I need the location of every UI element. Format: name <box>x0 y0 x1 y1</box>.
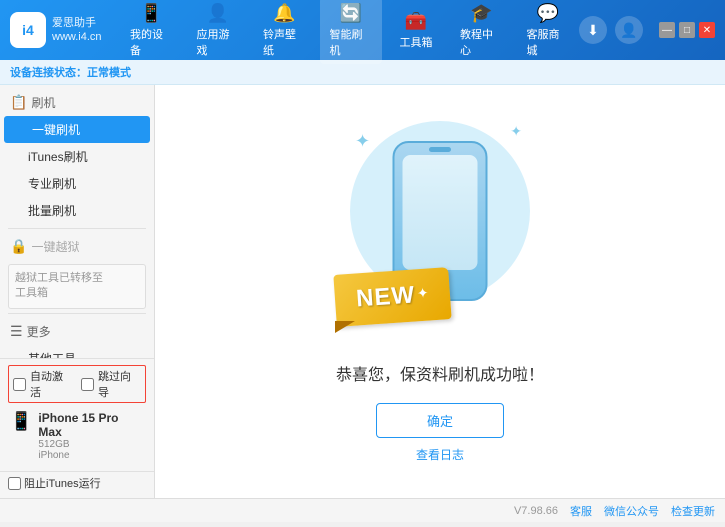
device-details: iPhone 15 Pro Max 512GB iPhone <box>38 411 144 461</box>
success-illustration: ✦ ✦ NEW ✦ <box>340 121 540 341</box>
nav-service[interactable]: 💬 客服商城 <box>517 0 580 64</box>
success-title: 恭喜您，保资料刷机成功啦！ <box>336 361 544 385</box>
footer: V7.98.66 客服 微信公众号 检查更新 <box>0 498 725 522</box>
sidebar-item-one-key-flash[interactable]: 一键刷机 <box>4 116 150 143</box>
download-btn[interactable]: ⬇ <box>579 16 607 44</box>
device-phone-icon: 📱 <box>10 411 32 432</box>
app-logo: i4 爱思助手 www.i4.cn <box>10 12 120 48</box>
my-device-icon: 📱 <box>140 3 162 24</box>
nav-my-device[interactable]: 📱 我的设备 <box>120 0 183 64</box>
sparkle-right-icon: ✦ <box>510 123 522 140</box>
itunes-checkbox[interactable] <box>8 477 21 490</box>
footer-link-service[interactable]: 客服 <box>570 503 592 519</box>
sidebar-top: 📋 刷机 一键刷机 iTunes刷机 专业刷机 批量刷机 <box>0 89 154 358</box>
disabled-box: 越狱工具已转移至 工具箱 <box>8 264 146 309</box>
tutorial-icon: 🎓 <box>470 3 492 24</box>
sparkle-left-icon: ✦ <box>355 131 370 152</box>
sidebar-wrapper: 📋 刷机 一键刷机 iTunes刷机 专业刷机 批量刷机 <box>0 89 154 494</box>
close-btn[interactable]: ✕ <box>699 22 715 38</box>
main-nav: 📱 我的设备 👤 应用游戏 🔔 铃声壁纸 🔄 智能刷机 🧰 工具箱 🎓 教程中心… <box>120 0 579 64</box>
version-text: V7.98.66 <box>514 505 558 517</box>
apps-icon: 👤 <box>207 3 229 24</box>
sidebar-item-itunes-flash[interactable]: iTunes刷机 <box>0 143 154 170</box>
maximize-btn[interactable]: □ <box>679 22 695 38</box>
logo-text: 爱思助手 www.i4.cn <box>52 16 102 45</box>
confirm-button[interactable]: 确定 <box>376 403 504 438</box>
flash-group[interactable]: 📋 刷机 <box>0 89 154 116</box>
jailbreak-section: 🔒 一键越狱 越狱工具已转移至 工具箱 <box>0 233 154 309</box>
service-icon: 💬 <box>537 3 559 24</box>
device-panel: 自动激活 跳过向导 📱 iPhone 15 Pro Max 512GB iPho… <box>0 358 154 471</box>
sidebar-item-pro-flash[interactable]: 专业刷机 <box>0 170 154 197</box>
phone-screen <box>403 155 478 270</box>
nav-toolbox[interactable]: 🧰 工具箱 <box>386 5 446 56</box>
auto-activate-checkbox[interactable] <box>13 378 26 391</box>
window-controls: — □ ✕ <box>659 22 715 38</box>
sidebar-divider-1 <box>8 228 146 229</box>
sidebar-bottom: 自动激活 跳过向导 📱 iPhone 15 Pro Max 512GB iPho… <box>0 358 154 494</box>
more-section: ☰ 更多 其他工具 下载固件 高级功能 <box>0 318 154 358</box>
nav-tutorial[interactable]: 🎓 教程中心 <box>450 0 513 64</box>
phone-notch <box>429 147 451 152</box>
flash-section: 📋 刷机 一键刷机 iTunes刷机 专业刷机 批量刷机 <box>0 89 154 224</box>
more-icon: ☰ <box>10 323 23 340</box>
toolbox-icon: 🧰 <box>405 11 427 32</box>
sidebar-divider-2 <box>8 313 146 314</box>
sidebar-item-other-tools[interactable]: 其他工具 <box>0 345 154 358</box>
itunes-check-row: 阻止iTunes运行 <box>0 471 154 494</box>
flash-group-icon: 📋 <box>10 94 27 111</box>
jailbreak-group: 🔒 一键越狱 <box>0 233 154 260</box>
nav-apps-games[interactable]: 👤 应用游戏 <box>187 0 250 64</box>
nav-smart-flash[interactable]: 🔄 智能刷机 <box>320 0 383 64</box>
new-ribbon: NEW ✦ <box>335 271 450 323</box>
logo-icon: i4 <box>10 12 46 48</box>
main-area: 📋 刷机 一键刷机 iTunes刷机 专业刷机 批量刷机 <box>0 85 725 498</box>
minimize-btn[interactable]: — <box>659 22 675 38</box>
smart-flash-icon: 🔄 <box>340 3 362 24</box>
more-group[interactable]: ☰ 更多 <box>0 318 154 345</box>
log-link[interactable]: 查看日志 <box>416 446 464 463</box>
sidebar: 📋 刷机 一键刷机 iTunes刷机 专业刷机 批量刷机 <box>0 85 155 498</box>
auto-check-row: 自动激活 跳过向导 <box>8 365 146 403</box>
lock-icon: 🔒 <box>10 238 27 255</box>
ringtone-icon: 🔔 <box>273 3 295 24</box>
app-header: i4 爱思助手 www.i4.cn 📱 我的设备 👤 应用游戏 🔔 铃声壁纸 🔄… <box>0 0 725 60</box>
status-bar: 设备连接状态：正常模式 <box>0 60 725 85</box>
sidebar-item-batch-flash[interactable]: 批量刷机 <box>0 197 154 224</box>
device-info: 📱 iPhone 15 Pro Max 512GB iPhone <box>8 407 146 465</box>
footer-link-update[interactable]: 检查更新 <box>671 503 715 519</box>
footer-link-wechat[interactable]: 微信公众号 <box>604 503 659 519</box>
ribbon-tail <box>335 321 355 333</box>
nav-ringtone[interactable]: 🔔 铃声壁纸 <box>253 0 316 64</box>
guide-activate-checkbox[interactable] <box>81 378 94 391</box>
user-btn[interactable]: 👤 <box>615 16 643 44</box>
main-content: ✦ ✦ NEW ✦ 恭喜您，保资料刷机成功啦！ 确定 查看日志 <box>155 85 725 498</box>
header-right: ⬇ 👤 — □ ✕ <box>579 16 715 44</box>
